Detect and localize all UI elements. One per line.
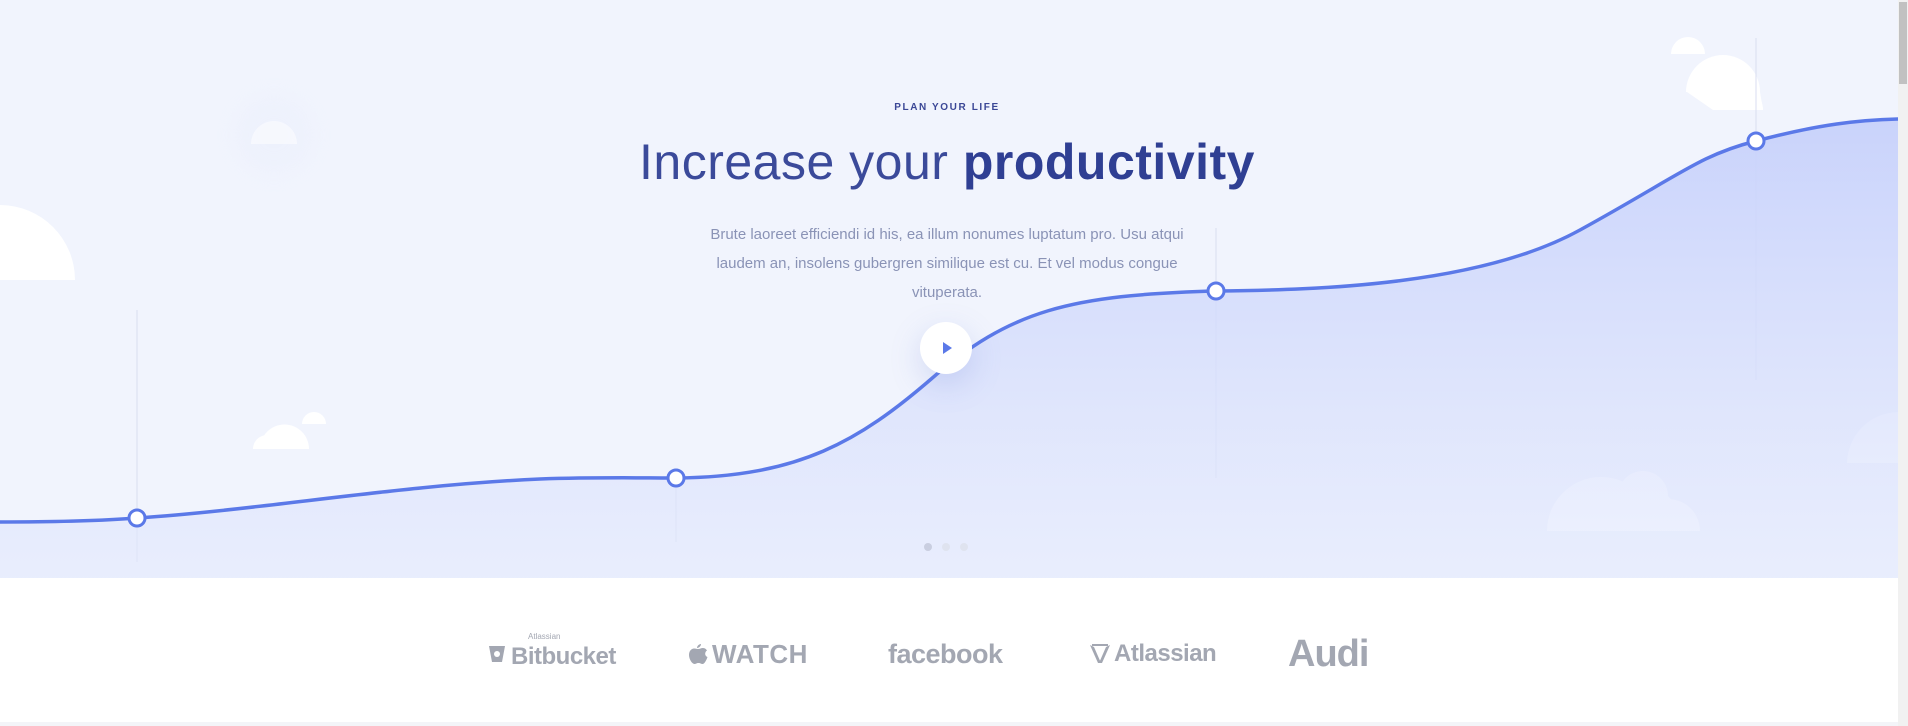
slider-pagination — [924, 543, 968, 551]
curve-marker — [1206, 281, 1226, 301]
logo-apple-watch[interactable]: WATCH — [688, 634, 808, 674]
play-video-button[interactable] — [920, 322, 972, 374]
atlassian-icon — [1090, 644, 1110, 663]
logo-bitbucket-small: Atlassian — [528, 632, 561, 641]
logo-bitbucket[interactable]: Atlassian Bitbucket — [488, 632, 616, 674]
curve-marker — [127, 508, 147, 528]
logo-bitbucket-text: Bitbucket — [511, 643, 616, 670]
hero-headline: Increase your productivity — [0, 132, 1894, 192]
hero-eyebrow: PLAN YOUR LIFE — [894, 102, 1000, 113]
logo-facebook[interactable]: facebook — [888, 634, 1003, 674]
apple-icon — [689, 644, 708, 664]
slider-dot[interactable] — [942, 543, 950, 551]
logo-atlassian-text: Atlassian — [1114, 640, 1217, 667]
logo-watch-text: WATCH — [712, 638, 808, 669]
headline-bold: productivity — [962, 134, 1255, 190]
scrollbar-thumb[interactable] — [1899, 2, 1907, 84]
headline-light: Increase your — [639, 134, 963, 190]
logo-audi[interactable]: Audi — [1288, 632, 1369, 675]
play-icon — [943, 342, 952, 354]
section-divider — [0, 722, 1898, 726]
hero-section: PLAN YOUR LIFE Increase your productivit… — [0, 0, 1898, 578]
logo-facebook-text: facebook — [888, 638, 1003, 669]
partner-logos: Atlassian Bitbucket WATCH facebook Atlas… — [0, 578, 1898, 722]
bitbucket-icon — [489, 646, 505, 662]
scrollbar[interactable] — [1898, 0, 1908, 726]
hero-description: Brute laoreet efficiendi id his, ea illu… — [710, 226, 1184, 301]
curve-marker — [666, 468, 686, 488]
logo-atlassian[interactable]: Atlassian — [1088, 634, 1217, 674]
logo-audi-text: Audi — [1288, 632, 1369, 675]
slider-dot[interactable] — [924, 543, 932, 551]
slider-dot[interactable] — [960, 543, 968, 551]
page: PLAN YOUR LIFE Increase your productivit… — [0, 0, 1908, 726]
